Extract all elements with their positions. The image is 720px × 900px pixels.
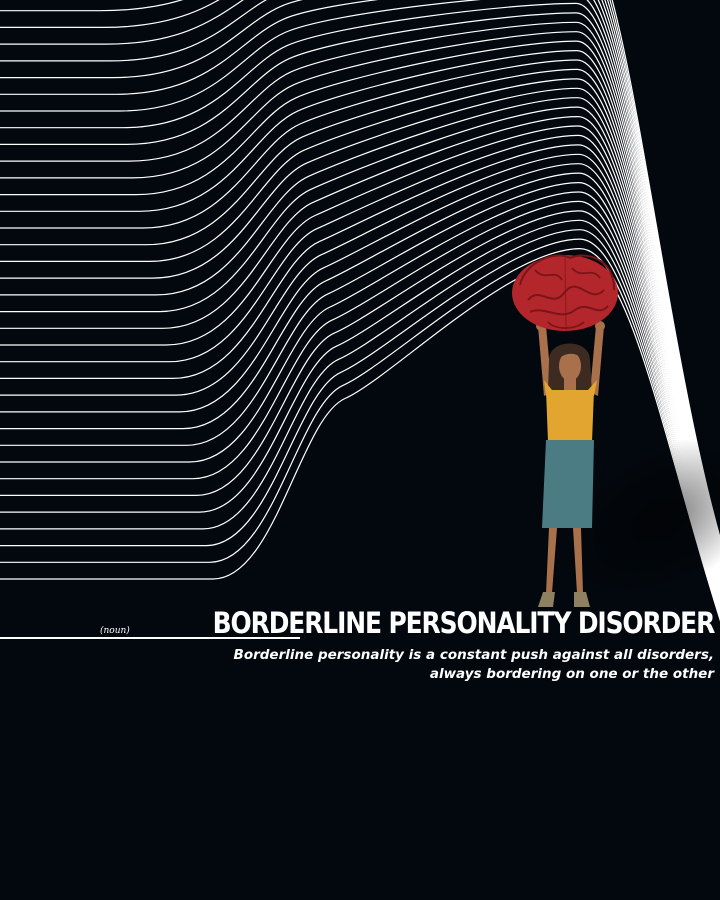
part-of-speech-label: (noun) <box>99 626 130 636</box>
definition-line-2: always bordering on one or the other <box>429 666 714 682</box>
skirt <box>542 440 594 528</box>
definition-heading: (noun) BORDERLINE PERSONALITY DISORDER <box>99 606 715 640</box>
shirt <box>546 390 594 442</box>
definition-line-1: Borderline personality is a constant pus… <box>233 647 714 663</box>
shoes <box>538 592 590 607</box>
definition-text: Borderline personality is a constant pus… <box>194 646 714 684</box>
poster: (noun) BORDERLINE PERSONALITY DISORDER B… <box>0 0 720 900</box>
page-title: BORDERLINE PERSONALITY DISORDER <box>212 606 715 640</box>
brain-icon <box>512 254 618 331</box>
woman-holding-brain-illustration <box>512 254 720 607</box>
